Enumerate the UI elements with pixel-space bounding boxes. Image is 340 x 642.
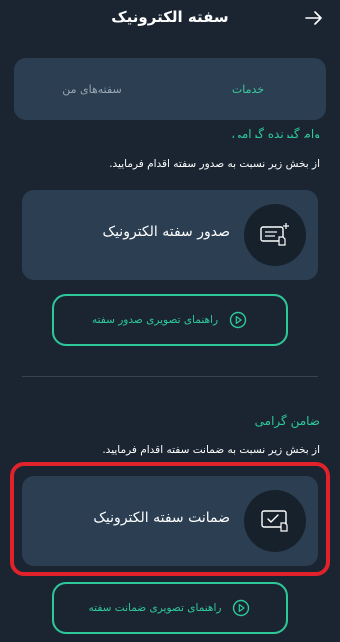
- tab-services[interactable]: خدمات: [170, 58, 326, 120]
- play-icon: [228, 310, 248, 330]
- app-header: سفته الکترونیک: [0, 0, 340, 40]
- issue-promissory-note-card[interactable]: صدور سفته الکترونیک: [22, 190, 318, 280]
- guarantor-section-description: از بخش زیر نسبت به ضمانت سفته اقدام فرما…: [102, 444, 320, 456]
- issue-card-label: صدور سفته الکترونیک: [102, 224, 230, 240]
- issue-guide-button[interactable]: راهنمای تصویری صدور سفته: [52, 294, 288, 346]
- tab-my-promissory-notes[interactable]: سفته‌های من: [14, 58, 170, 120]
- issue-guide-label: راهنمای تصویری صدور سفته: [91, 314, 219, 326]
- play-icon: [231, 598, 251, 618]
- issuer-section-label: وام گیرنده گرامی: [231, 127, 320, 138]
- page-title: سفته الکترونیک: [111, 8, 229, 26]
- issuer-section-description: از بخش زیر نسبت به صدور سفته اقدام فرمای…: [109, 158, 320, 170]
- arrow-right-icon: [305, 11, 322, 25]
- guarantee-guide-button[interactable]: راهنمای تصویری ضمانت سفته: [52, 582, 288, 634]
- guarantee-guide-label: راهنمای تصویری ضمانت سفته: [88, 602, 222, 614]
- guarantor-section-label: ضامن گرامی: [254, 414, 320, 428]
- tab-bar: خدمات سفته‌های من: [14, 58, 326, 120]
- back-button[interactable]: [302, 6, 326, 30]
- page: سفته الکترونیک خدمات سفته‌های من وام گیر…: [0, 0, 340, 642]
- issue-document-icon: [244, 204, 306, 266]
- section-divider: [22, 376, 318, 377]
- highlight-outline: [10, 462, 330, 576]
